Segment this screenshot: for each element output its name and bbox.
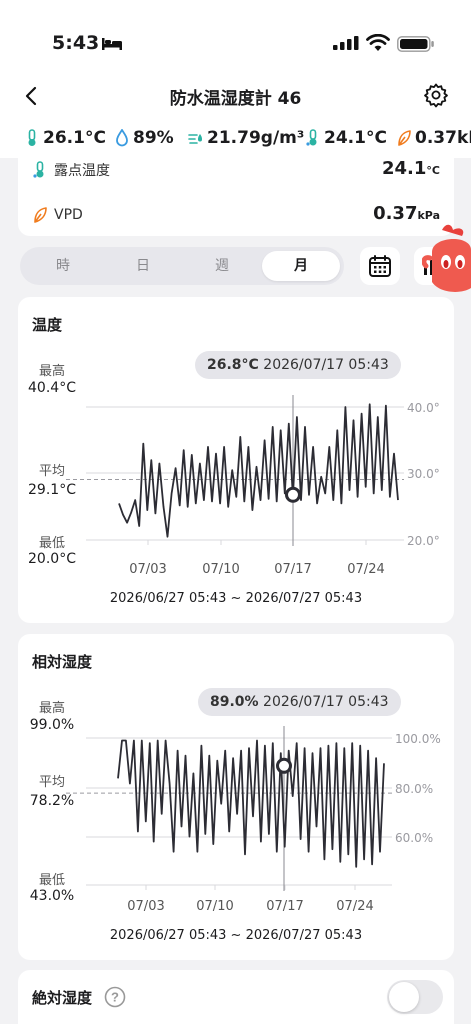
temperature-date-range: 2026/06/27 05:43 ~ 2026/07/27 05:43: [109, 591, 363, 606]
selected-point-marker: [285, 486, 301, 503]
cellular-signal-icon: [333, 36, 359, 50]
metric-vpd: 0.37kPa: [396, 128, 471, 148]
battery-icon: [397, 36, 434, 52]
temperature-chart[interactable]: 40.0° 30.0° 20.0° 07/03 07/10 07/17 07/24: [18, 297, 454, 623]
y-tick-label: 20.0°: [407, 534, 440, 548]
leaf-icon: [398, 130, 411, 146]
toggle-knob: [389, 982, 419, 1012]
dew-point-icon: [306, 129, 317, 146]
page-title: 防水温湿度計 46: [169, 89, 302, 109]
x-tick-label: 07/03: [129, 562, 166, 577]
x-tick-label: 07/24: [347, 562, 384, 577]
svg-text:?: ?: [111, 990, 119, 1005]
series-line: [117, 739, 385, 868]
x-tick-label: 07/03: [127, 899, 164, 914]
status-bar: 5:43: [0, 0, 471, 80]
x-tick-label: 07/17: [274, 562, 311, 577]
leaf-icon: [34, 207, 47, 223]
metric-humidity: 89%: [114, 128, 174, 148]
thermometer-icon: [28, 129, 36, 146]
metric-dew-point: 24.1°C: [305, 128, 387, 148]
x-tick-label: 07/10: [202, 562, 239, 577]
sleep-focus-icon: [102, 38, 122, 50]
y-tick-label: 30.0°: [407, 467, 440, 481]
absolute-humidity-label: 絶対湿度: [32, 989, 93, 1007]
series-line: [118, 403, 399, 538]
info-card: 露点温度 24.1°C VPD 0.37kPa: [18, 158, 454, 236]
dew-point-row: 露点温度: [32, 160, 110, 180]
metric-absolute-humidity: 21.79g/m³: [188, 128, 304, 148]
tab-week[interactable]: 週: [183, 251, 261, 281]
y-tick-label: 40.0°: [407, 401, 440, 415]
period-segmented-control: 時 日 週 月: [20, 247, 344, 285]
vpd-value: 0.37kPa: [373, 203, 440, 224]
x-tick-label: 07/24: [336, 899, 373, 914]
y-tick-label: 80.0%: [395, 782, 433, 796]
humidity-chart[interactable]: 100.0% 80.0% 60.0% 07/03 07/10 07/17 07/24: [18, 634, 454, 960]
absolute-humidity-toggle[interactable]: [387, 980, 443, 1014]
calendar-button[interactable]: [360, 247, 400, 285]
droplet-icon: [116, 129, 128, 147]
dew-point-label: 露点温度: [54, 163, 110, 179]
x-tick-label: 07/10: [196, 899, 233, 914]
help-question-icon[interactable]: ?: [104, 986, 126, 1008]
vpd-row: VPD: [32, 206, 83, 224]
metric-temperature: 26.1°C: [24, 128, 106, 148]
status-time: 5:43: [52, 32, 100, 54]
settings-gear-icon[interactable]: [423, 82, 449, 108]
vpd-label: VPD: [54, 207, 83, 223]
mascot-icon[interactable]: [422, 222, 471, 294]
y-tick-label: 60.0%: [395, 831, 433, 845]
dew-point-value: 24.1°C: [382, 158, 440, 179]
selected-point-marker: [276, 757, 292, 774]
current-readings-strip[interactable]: 26.1°C 89% 21.79g/m³ 24.1°C 0.37kPa: [0, 124, 471, 158]
temperature-chart-card: 温度 最高 40.4°C 平均 29.1°C 最低 20.0°C 26.8°C …: [18, 297, 454, 623]
humidity-date-range: 2026/06/27 05:43 ~ 2026/07/27 05:43: [109, 928, 363, 943]
calendar-icon: [369, 255, 391, 277]
wind-droplet-icon: [188, 134, 202, 144]
tab-day[interactable]: 日: [104, 251, 182, 281]
humidity-chart-card: 相対湿度 最高 99.0% 平均 78.2% 最低 43.0% 89.0% 20…: [18, 634, 454, 960]
dew-point-icon: [33, 161, 44, 178]
navigation-bar: 防水温湿度計 46: [0, 80, 471, 124]
y-tick-label: 100.0%: [395, 732, 441, 746]
tab-month[interactable]: 月: [262, 251, 340, 281]
x-tick-label: 07/17: [266, 899, 303, 914]
tab-hour[interactable]: 時: [24, 251, 102, 281]
wifi-icon: [366, 34, 390, 51]
